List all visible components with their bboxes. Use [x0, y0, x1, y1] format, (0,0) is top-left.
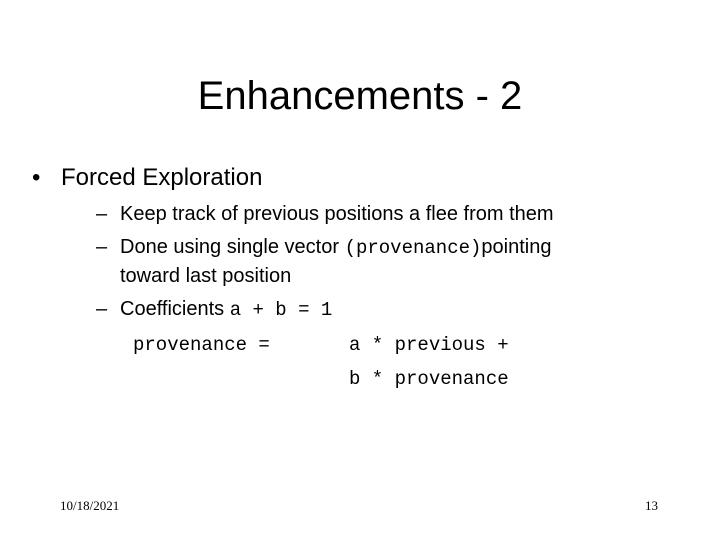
- sub-bullet-text: Done using single vector: [120, 236, 345, 258]
- formula-lhs: provenance =: [133, 334, 270, 356]
- bullet-forced-exploration: Forced Exploration: [61, 164, 263, 191]
- footer-page-number: 13: [645, 498, 658, 513]
- sub-bullet-text: Coefficients: [120, 298, 230, 320]
- slide: Enhancements - 2 • Forced Exploration – …: [0, 0, 720, 540]
- footer-date: 10/18/2021: [60, 498, 120, 513]
- sub-bullet-keep-track: Keep track of previous positions a flee …: [120, 203, 554, 225]
- code-provenance: (provenance): [344, 237, 482, 259]
- sub-bullet-text: pointing: [481, 236, 552, 258]
- code-coefficients: a + b = 1: [229, 299, 333, 321]
- sub-bullet-marker: –: [96, 298, 108, 320]
- formula-line-1: a * previous +: [349, 334, 509, 356]
- formula-line-2: b * provenance: [349, 368, 509, 390]
- sub-bullet-marker: –: [96, 236, 108, 258]
- sub-bullet-done-using: Done using single vector (provenance)poi…: [120, 237, 551, 258]
- bullet-marker: •: [32, 164, 41, 191]
- sub-bullet-coefficients: Coefficients a + b = 1: [120, 299, 332, 320]
- sub-bullet-marker: –: [96, 203, 108, 225]
- sub-bullet-continuation: toward last position: [120, 265, 292, 287]
- slide-title: Enhancements - 2: [197, 74, 523, 118]
